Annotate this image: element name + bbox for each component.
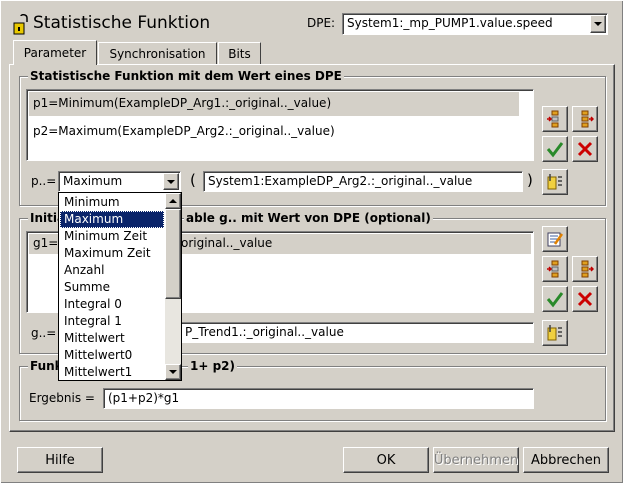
remove-row-icon bbox=[581, 110, 594, 128]
remove-row-icon bbox=[581, 260, 594, 278]
statistic-function-list[interactable]: p1=Minimum(ExampleDP_Arg1.:_original.._v… bbox=[26, 89, 534, 161]
tab-bits-label: Bits bbox=[228, 46, 251, 61]
dialog-title: Statistische Funktion bbox=[33, 13, 211, 33]
tab-bits[interactable]: Bits bbox=[218, 42, 261, 64]
delete-button-2[interactable] bbox=[572, 286, 598, 312]
close-paren: ) bbox=[527, 171, 533, 189]
apply-button-label: Übernehmen bbox=[433, 452, 519, 468]
dpe-label: DPE: bbox=[307, 16, 336, 30]
dropdown-option[interactable]: Mittelwert bbox=[60, 330, 164, 347]
g-dpe-field-value: P_Trend1.:_original.._value bbox=[185, 325, 344, 339]
scroll-thumb[interactable] bbox=[165, 209, 181, 299]
chevron-down-icon bbox=[594, 22, 602, 26]
title-icon bbox=[12, 13, 28, 36]
dropdown-option[interactable]: Maximum Zeit bbox=[60, 245, 164, 262]
cancel-button[interactable]: Abbrechen bbox=[523, 447, 609, 473]
p-function-select-arrow[interactable] bbox=[163, 173, 179, 190]
p-function-select[interactable]: Maximum bbox=[58, 171, 181, 192]
confirm-button[interactable] bbox=[542, 136, 568, 162]
group-function-title-right: 1+ p2) bbox=[188, 359, 238, 373]
scroll-down-button[interactable] bbox=[165, 364, 181, 380]
dpe-combobox-value: System1:_mp_PUMP1.value.speed bbox=[347, 16, 553, 30]
dropdown-option-selected[interactable]: Maximum bbox=[60, 211, 164, 228]
dropdown-scrollbar[interactable] bbox=[165, 193, 181, 380]
tab-synchronisation-label: Synchronisation bbox=[109, 46, 206, 61]
scroll-up-button[interactable] bbox=[165, 193, 181, 209]
list-item[interactable]: p1=Minimum(ExampleDP_Arg1.:_original.._v… bbox=[29, 92, 519, 116]
remove-row-button-2[interactable] bbox=[572, 256, 598, 282]
g-label: g..= bbox=[31, 326, 57, 340]
list-item[interactable]: p2=Maximum(ExampleDP_Arg2.:_original.._v… bbox=[29, 120, 531, 144]
ok-button[interactable]: OK bbox=[343, 447, 429, 473]
cancel-button-label: Abbrechen bbox=[530, 452, 602, 468]
p-dpe-field-value: System1:ExampleDP_Arg2.:_original.._valu… bbox=[208, 174, 473, 188]
dropdown-option[interactable]: Mittelwert1 bbox=[60, 364, 164, 380]
dropdown-option[interactable]: Minimum Zeit bbox=[60, 228, 164, 245]
x-icon bbox=[577, 291, 593, 307]
dropdown-option[interactable]: Minimum bbox=[60, 194, 164, 211]
result-field[interactable]: (p1+p2)*g1 bbox=[103, 388, 534, 409]
dropdown-option[interactable]: Integral 0 bbox=[60, 296, 164, 313]
dpe-combobox-arrow[interactable] bbox=[590, 15, 606, 33]
edit-button[interactable] bbox=[542, 226, 568, 252]
add-row-icon bbox=[547, 110, 559, 128]
add-row-button-2[interactable] bbox=[542, 256, 568, 282]
p-function-select-value: Maximum bbox=[63, 174, 123, 188]
dropdown-option[interactable]: Mittelwert0 bbox=[60, 347, 164, 364]
edit-icon bbox=[547, 232, 564, 247]
confirm-button-2[interactable] bbox=[542, 286, 568, 312]
result-label: Ergebnis = bbox=[29, 391, 95, 405]
remove-row-button[interactable] bbox=[572, 106, 598, 132]
list-item-suffix: original.._value bbox=[181, 236, 273, 250]
list-item-prefix: g1= bbox=[33, 236, 59, 250]
result-field-value: (p1+p2)*g1 bbox=[108, 391, 180, 405]
dpe-select-button-2[interactable] bbox=[542, 320, 568, 346]
checkmark-icon bbox=[546, 142, 564, 158]
add-row-icon bbox=[547, 260, 559, 278]
p-dpe-field[interactable]: System1:ExampleDP_Arg2.:_original.._valu… bbox=[203, 171, 523, 192]
chevron-up-icon bbox=[169, 199, 177, 203]
chevron-down-icon bbox=[169, 370, 177, 374]
checkmark-icon bbox=[546, 292, 564, 308]
dpe-combobox[interactable]: System1:_mp_PUMP1.value.speed bbox=[342, 13, 608, 35]
group-statistic-function-title: Statistische Funktion mit dem Wert eines… bbox=[28, 69, 344, 83]
help-button-label: Hilfe bbox=[45, 452, 75, 468]
dropdown-options: Minimum Maximum Minimum Zeit Maximum Zei… bbox=[60, 194, 164, 380]
open-paren: ( bbox=[190, 171, 196, 189]
function-dropdown-list[interactable]: Minimum Maximum Minimum Zeit Maximum Zei… bbox=[58, 192, 182, 381]
help-button[interactable]: Hilfe bbox=[17, 447, 103, 473]
dropdown-option[interactable]: Anzahl bbox=[60, 262, 164, 279]
tab-parameter[interactable]: Parameter bbox=[13, 40, 97, 65]
dpe-select-button[interactable] bbox=[542, 169, 568, 195]
list-item-text: p1=Minimum(ExampleDP_Arg1.:_original.._v… bbox=[33, 96, 332, 110]
dpe-select-icon bbox=[547, 325, 562, 341]
group-initial-variable-title-right: able g.. mit Wert von DPE (optional) bbox=[184, 211, 433, 225]
p-label: p..= bbox=[31, 174, 57, 188]
dropdown-option[interactable]: Summe bbox=[60, 279, 164, 296]
delete-button[interactable] bbox=[572, 136, 598, 162]
apply-button[interactable]: Übernehmen bbox=[433, 447, 519, 473]
chevron-down-icon bbox=[167, 179, 175, 184]
tab-parameter-label: Parameter bbox=[23, 46, 87, 60]
x-icon bbox=[577, 141, 593, 157]
list-item-text: p2=Maximum(ExampleDP_Arg2.:_original.._v… bbox=[33, 124, 335, 138]
add-row-button[interactable] bbox=[542, 106, 568, 132]
tab-synchronisation[interactable]: Synchronisation bbox=[98, 42, 217, 64]
dropdown-option[interactable]: Integral 1 bbox=[60, 313, 164, 330]
dpe-select-icon bbox=[547, 174, 562, 190]
ok-button-label: OK bbox=[376, 452, 396, 468]
dialog-window: Statistische Funktion DPE: System1:_mp_P… bbox=[0, 0, 624, 484]
